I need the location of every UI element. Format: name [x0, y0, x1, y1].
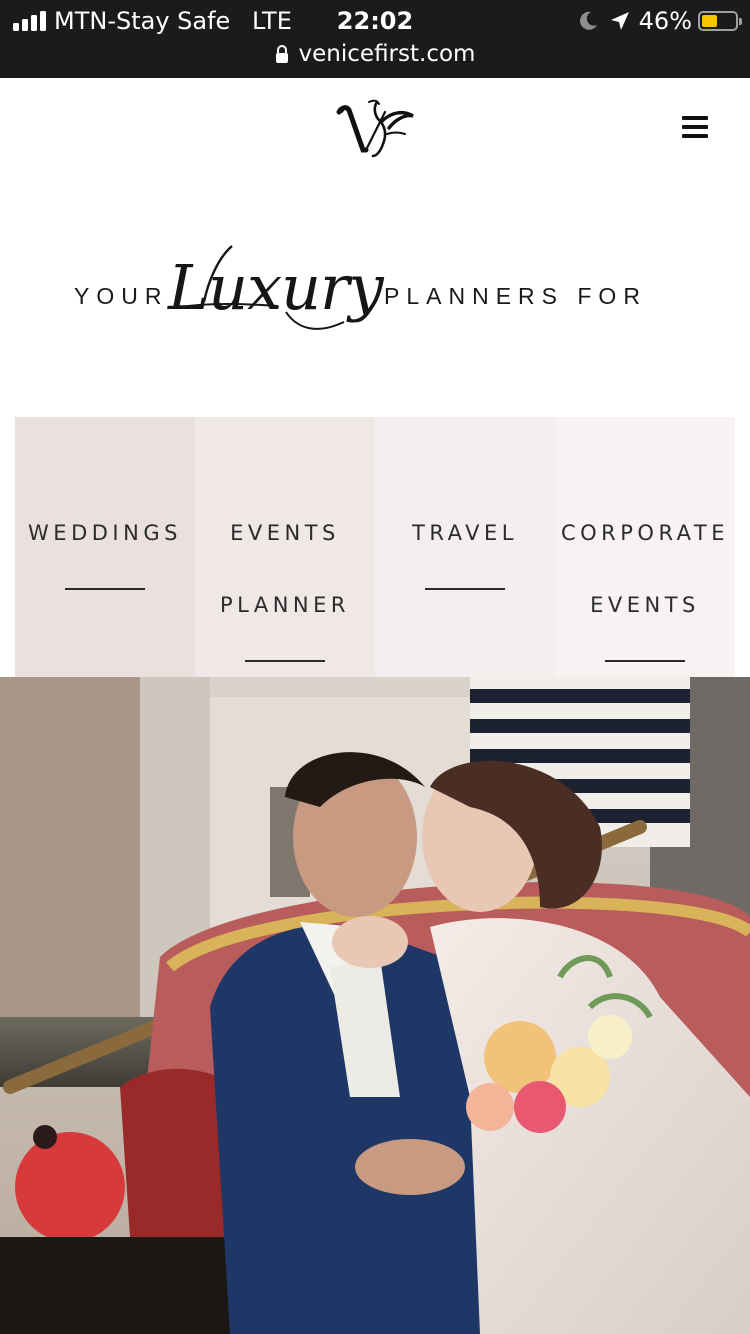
headline-word-planners-for: PLANNERS FOR: [384, 283, 647, 309]
battery-icon: [698, 11, 742, 31]
url-text: venicefirst.com: [298, 41, 476, 67]
hero-headline: YOUR Luxury PLANNERS FOR: [0, 238, 750, 338]
hero-photo-couple-in-gondola: [0, 677, 750, 1334]
tile-weddings[interactable]: WEDDINGS: [15, 417, 195, 677]
tile-travel[interactable]: TRAVEL: [375, 417, 555, 677]
headline-word-your: YOUR: [74, 283, 169, 309]
battery-percent: 46%: [638, 7, 692, 35]
tile-underline: [605, 660, 685, 662]
tile-label-line2: EVENTS: [590, 593, 700, 617]
tile-label: EVENTS: [230, 521, 340, 545]
do-not-disturb-moon-icon: [579, 11, 597, 30]
address-bar[interactable]: venicefirst.com: [0, 39, 750, 69]
tile-label: WEDDINGS: [28, 521, 182, 545]
category-tiles: WEDDINGS EVENTS PLANNER TRAVEL CORPORATE…: [15, 417, 735, 677]
tile-underline: [65, 588, 145, 590]
headline-script-word: Luxury: [168, 251, 384, 324]
tile-underline: [245, 660, 325, 662]
hamburger-menu-icon[interactable]: [682, 116, 712, 142]
tile-label-line2: PLANNER: [220, 593, 350, 617]
status-bar: MTN-Stay Safe LTE 22:02 46% venicefirst.…: [0, 0, 750, 78]
lock-icon: [275, 45, 288, 63]
tile-label: CORPORATE: [560, 521, 730, 545]
battery-level-fill: [702, 15, 717, 27]
location-arrow-icon: [610, 12, 629, 30]
tile-underline: [425, 588, 505, 590]
tile-corporate-events[interactable]: CORPORATE EVENTS: [555, 417, 735, 677]
vf-monogram-logo[interactable]: [333, 98, 417, 160]
tile-label: TRAVEL: [412, 521, 518, 545]
tile-events-planner[interactable]: EVENTS PLANNER: [195, 417, 375, 677]
